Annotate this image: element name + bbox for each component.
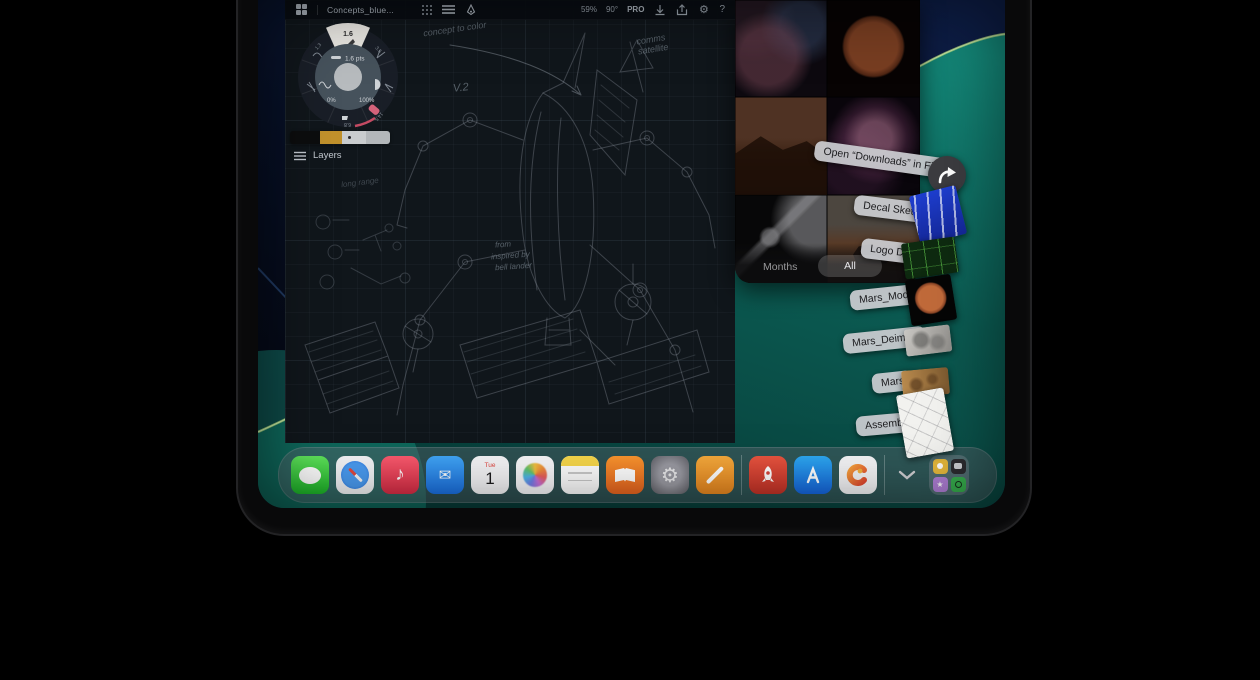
drag-items-layer: Open “Downloads” in Files Decal Sketches… [258,0,1005,508]
ipad-screen: concept to color V.2 comms satellite fro… [258,0,1005,508]
marketing-canvas: concept to color V.2 comms satellite fro… [0,0,1260,680]
forward-arrow-icon [936,165,958,185]
drag-thumb-assembly[interactable] [896,387,954,458]
drag-thumb-mars-model[interactable] [905,274,958,327]
drag-thumb-deimos[interactable] [904,324,953,356]
drag-thumb-logo[interactable] [901,236,959,279]
drag-thumb-decal[interactable] [909,185,968,245]
